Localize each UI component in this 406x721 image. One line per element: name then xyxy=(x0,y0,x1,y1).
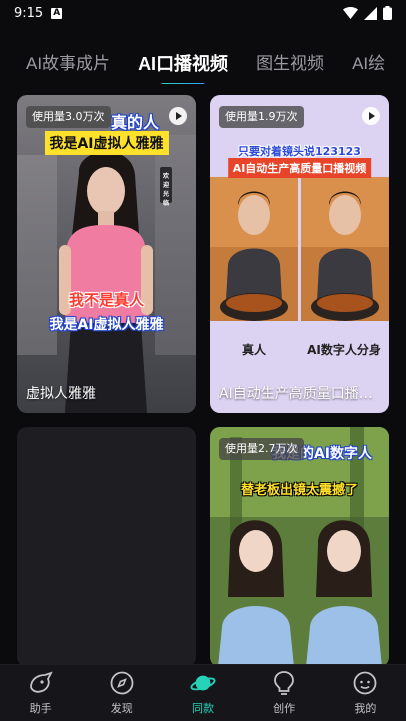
nav-profile[interactable]: 我的 xyxy=(325,670,405,716)
caption-not-real-person: 我不是真人 xyxy=(68,291,145,309)
template-card-ai-talking[interactable]: 只要对着镜头说123123 AI自动生产高质量口播视频 真人 AI数字人分身 使… xyxy=(210,95,389,413)
caption-real-person: 真人 xyxy=(241,343,267,357)
template-card-ai-digital-human[interactable]: 我是的AI数字人 替老板出镜太震撼了 使用量2.7万次 xyxy=(210,427,389,667)
mic-card-text: 欢迎光临 xyxy=(162,173,169,207)
nav-discover[interactable]: 发现 xyxy=(82,670,162,716)
card-title: 虚拟人雅雅 xyxy=(26,386,96,402)
wifi-icon xyxy=(343,7,358,19)
caption-line2: AI自动生产高质量口播视频 xyxy=(227,158,372,178)
usage-badge: 使用量1.9万次 xyxy=(219,106,304,128)
play-icon[interactable] xyxy=(362,107,380,125)
nav-create[interactable]: 创作 xyxy=(244,670,324,716)
tab-ai-painting[interactable]: AI绘 xyxy=(338,47,399,81)
category-tabs: AI故事成片 AI口播视频 图生视频 AI绘 xyxy=(0,44,406,84)
nav-label: 发现 xyxy=(110,702,133,715)
usage-badge: 使用量3.0万次 xyxy=(26,106,111,128)
tab-ai-story[interactable]: AI故事成片 xyxy=(0,47,124,81)
signal-icon xyxy=(364,6,377,20)
nav-label: 同款 xyxy=(191,702,214,715)
bulb-icon xyxy=(271,670,297,696)
play-icon[interactable] xyxy=(169,107,187,125)
nav-assistant[interactable]: 助手 xyxy=(1,670,81,716)
status-bar: 9:15 A xyxy=(0,0,406,26)
status-time: 9:15 xyxy=(14,5,44,21)
nav-label: 创作 xyxy=(273,702,296,715)
compass-icon xyxy=(109,670,135,696)
nav-label: 我的 xyxy=(354,702,377,715)
profile-icon xyxy=(352,670,378,696)
caption-yellow-banner: 我是AI虚拟人雅雅 xyxy=(44,131,169,155)
bottom-navigation: 助手 发现 同款 创作 我的 xyxy=(0,664,406,721)
planet-icon xyxy=(190,670,216,696)
tab-ai-talking-video[interactable]: AI口播视频 xyxy=(124,47,242,84)
nav-label: 助手 xyxy=(29,702,52,715)
caption-sub: 替老板出镜太震撼了 xyxy=(240,483,359,498)
battery-icon xyxy=(383,6,392,20)
caption-virtual-person: 我是AI虚拟人雅雅 xyxy=(49,317,164,333)
template-card-virtual-yaya[interactable]: 真的人 我是AI虚拟人雅雅 欢迎光临 我不是真人 我是AI虚拟人雅雅 使用量3.… xyxy=(17,95,196,413)
usage-badge: 使用量2.7万次 xyxy=(219,438,304,460)
caption-digital-human: AI数字人分身 xyxy=(307,343,381,357)
assistant-icon xyxy=(28,670,54,696)
tab-image-to-video[interactable]: 图生视频 xyxy=(242,47,338,81)
nav-same-style[interactable]: 同款 xyxy=(163,670,243,716)
notification-icon: A xyxy=(51,7,63,19)
template-card-placeholder[interactable] xyxy=(17,427,196,667)
card-title: AI自动生产高质量口播视频 xyxy=(219,386,381,402)
